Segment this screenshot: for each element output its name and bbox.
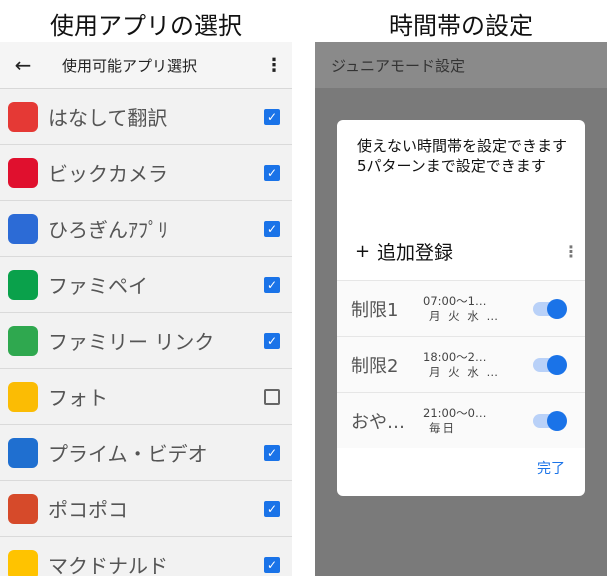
toggle-knob	[547, 354, 567, 375]
limit-days: 月 火 水 …	[429, 364, 500, 379]
app-label: ファミリー リンク	[48, 330, 215, 354]
limit-schedule: 07:00～1… 月 火 水 …	[423, 294, 527, 324]
plus-icon: +	[355, 241, 371, 262]
app-label: ひろぎんｱﾌﾟﾘ	[48, 218, 168, 242]
done-button[interactable]: 完了	[537, 458, 565, 478]
add-registration-label: 追加登録	[377, 242, 454, 264]
photos-icon	[8, 381, 38, 412]
limit-toggle[interactable]	[533, 354, 567, 375]
famipay-icon	[8, 269, 38, 300]
app-label: ビックカメラ	[48, 162, 168, 186]
limit-name: 制限1	[351, 299, 399, 321]
app-label: はなして翻訳	[48, 106, 168, 130]
junior-mode-screen: ジュニアモード設定 使えない時間帯を設定できます 5パターンまで設定できます + …	[315, 42, 607, 576]
app-selection-screen: ← 使用可能アプリ選択 ⋮ はなして翻訳 ✓ ビックカメラ ✓ ひろぎんｱﾌﾟﾘ ✓ ファミ…	[0, 42, 292, 576]
limit-time: 21:00～0…	[423, 405, 487, 420]
app-row[interactable]: ファミリー リンク ✓	[0, 313, 292, 369]
app-checkbox[interactable]: ✓	[264, 220, 280, 237]
app-label: ポコポコ	[48, 498, 128, 522]
limit-days: 月 火 水 …	[429, 308, 500, 323]
hirogin-icon	[8, 213, 38, 244]
app-row[interactable]: ポコポコ ✓	[0, 481, 292, 537]
limit-toggle[interactable]	[533, 410, 567, 431]
pokopoko-icon	[8, 493, 38, 524]
limit-row[interactable]: 制限1 07:00～1… 月 火 水 …	[337, 280, 585, 336]
left-caption: 使用アプリの選択	[50, 12, 242, 40]
app-row[interactable]: ファミペイ ✓	[0, 257, 292, 313]
toggle-knob	[547, 410, 567, 431]
app-label: フォト	[48, 386, 108, 410]
page-title: 使用可能アプリ選択	[62, 56, 198, 75]
app-label: プライム・ビデオ	[48, 442, 208, 466]
limit-name: おや…	[351, 411, 405, 433]
app-checkbox[interactable]: ✓	[264, 444, 280, 461]
back-arrow-icon[interactable]: ←	[0, 53, 46, 77]
app-label: マクドナルド	[48, 554, 168, 576]
limit-toggle[interactable]	[533, 298, 567, 319]
limit-name: 制限2	[351, 355, 399, 377]
add-registration-row[interactable]: + 追加登録 ⋮	[355, 238, 579, 265]
translate-icon	[8, 101, 38, 132]
left-panel: 使用アプリの選択 ← 使用可能アプリ選択 ⋮ はなして翻訳 ✓ ビックカメラ ✓ ひろぎ…	[0, 0, 292, 576]
app-checkbox[interactable]: ✓	[264, 556, 280, 573]
familylink-icon	[8, 325, 38, 356]
mcdonalds-icon	[8, 549, 38, 576]
app-bar-title: ジュニアモード設定	[315, 42, 607, 88]
toggle-knob	[547, 298, 567, 319]
limit-time: 18:00～2…	[423, 349, 487, 364]
app-checkbox[interactable]: ✓	[264, 276, 280, 293]
app-row[interactable]: はなして翻訳 ✓	[0, 89, 292, 145]
app-row[interactable]: マクドナルド ✓	[0, 537, 292, 576]
biccamera-icon	[8, 157, 38, 188]
app-checkbox[interactable]: ✓	[264, 108, 280, 125]
app-row[interactable]: ビックカメラ ✓	[0, 145, 292, 201]
app-checkbox[interactable]	[264, 388, 280, 405]
limit-time: 07:00～1…	[423, 293, 487, 308]
limit-days: 毎日	[429, 420, 456, 435]
limit-row[interactable]: 制限2 18:00～2… 月 火 水 …	[337, 336, 585, 392]
app-checkbox[interactable]: ✓	[264, 332, 280, 349]
limit-schedule: 21:00～0… 毎日	[423, 406, 527, 436]
more-vert-icon[interactable]: ⋮	[563, 242, 579, 261]
more-vert-icon[interactable]: ⋮	[256, 55, 292, 76]
limit-row[interactable]: おや… 21:00～0… 毎日	[337, 392, 585, 448]
app-bar: ← 使用可能アプリ選択 ⋮	[0, 42, 292, 89]
app-checkbox[interactable]: ✓	[264, 500, 280, 517]
right-caption: 時間帯の設定	[389, 12, 533, 40]
time-restriction-dialog: 使えない時間帯を設定できます 5パターンまで設定できます + 追加登録 ⋮ 制限1…	[337, 120, 585, 496]
right-panel: 時間帯の設定 ジュニアモード設定 使えない時間帯を設定できます 5パターンまで設定…	[315, 0, 607, 576]
dialog-message: 使えない時間帯を設定できます 5パターンまで設定できます	[357, 137, 568, 175]
app-row[interactable]: ひろぎんｱﾌﾟﾘ ✓	[0, 201, 292, 257]
primevideo-icon	[8, 437, 38, 468]
app-row[interactable]: プライム・ビデオ ✓	[0, 425, 292, 481]
app-label: ファミペイ	[48, 274, 148, 298]
app-list: はなして翻訳 ✓ ビックカメラ ✓ ひろぎんｱﾌﾟﾘ ✓ ファミペイ ✓ ファミリー リンク ✓ フ…	[0, 89, 292, 576]
limit-schedule: 18:00～2… 月 火 水 …	[423, 350, 527, 380]
app-checkbox[interactable]: ✓	[264, 164, 280, 181]
app-row[interactable]: フォト	[0, 369, 292, 425]
